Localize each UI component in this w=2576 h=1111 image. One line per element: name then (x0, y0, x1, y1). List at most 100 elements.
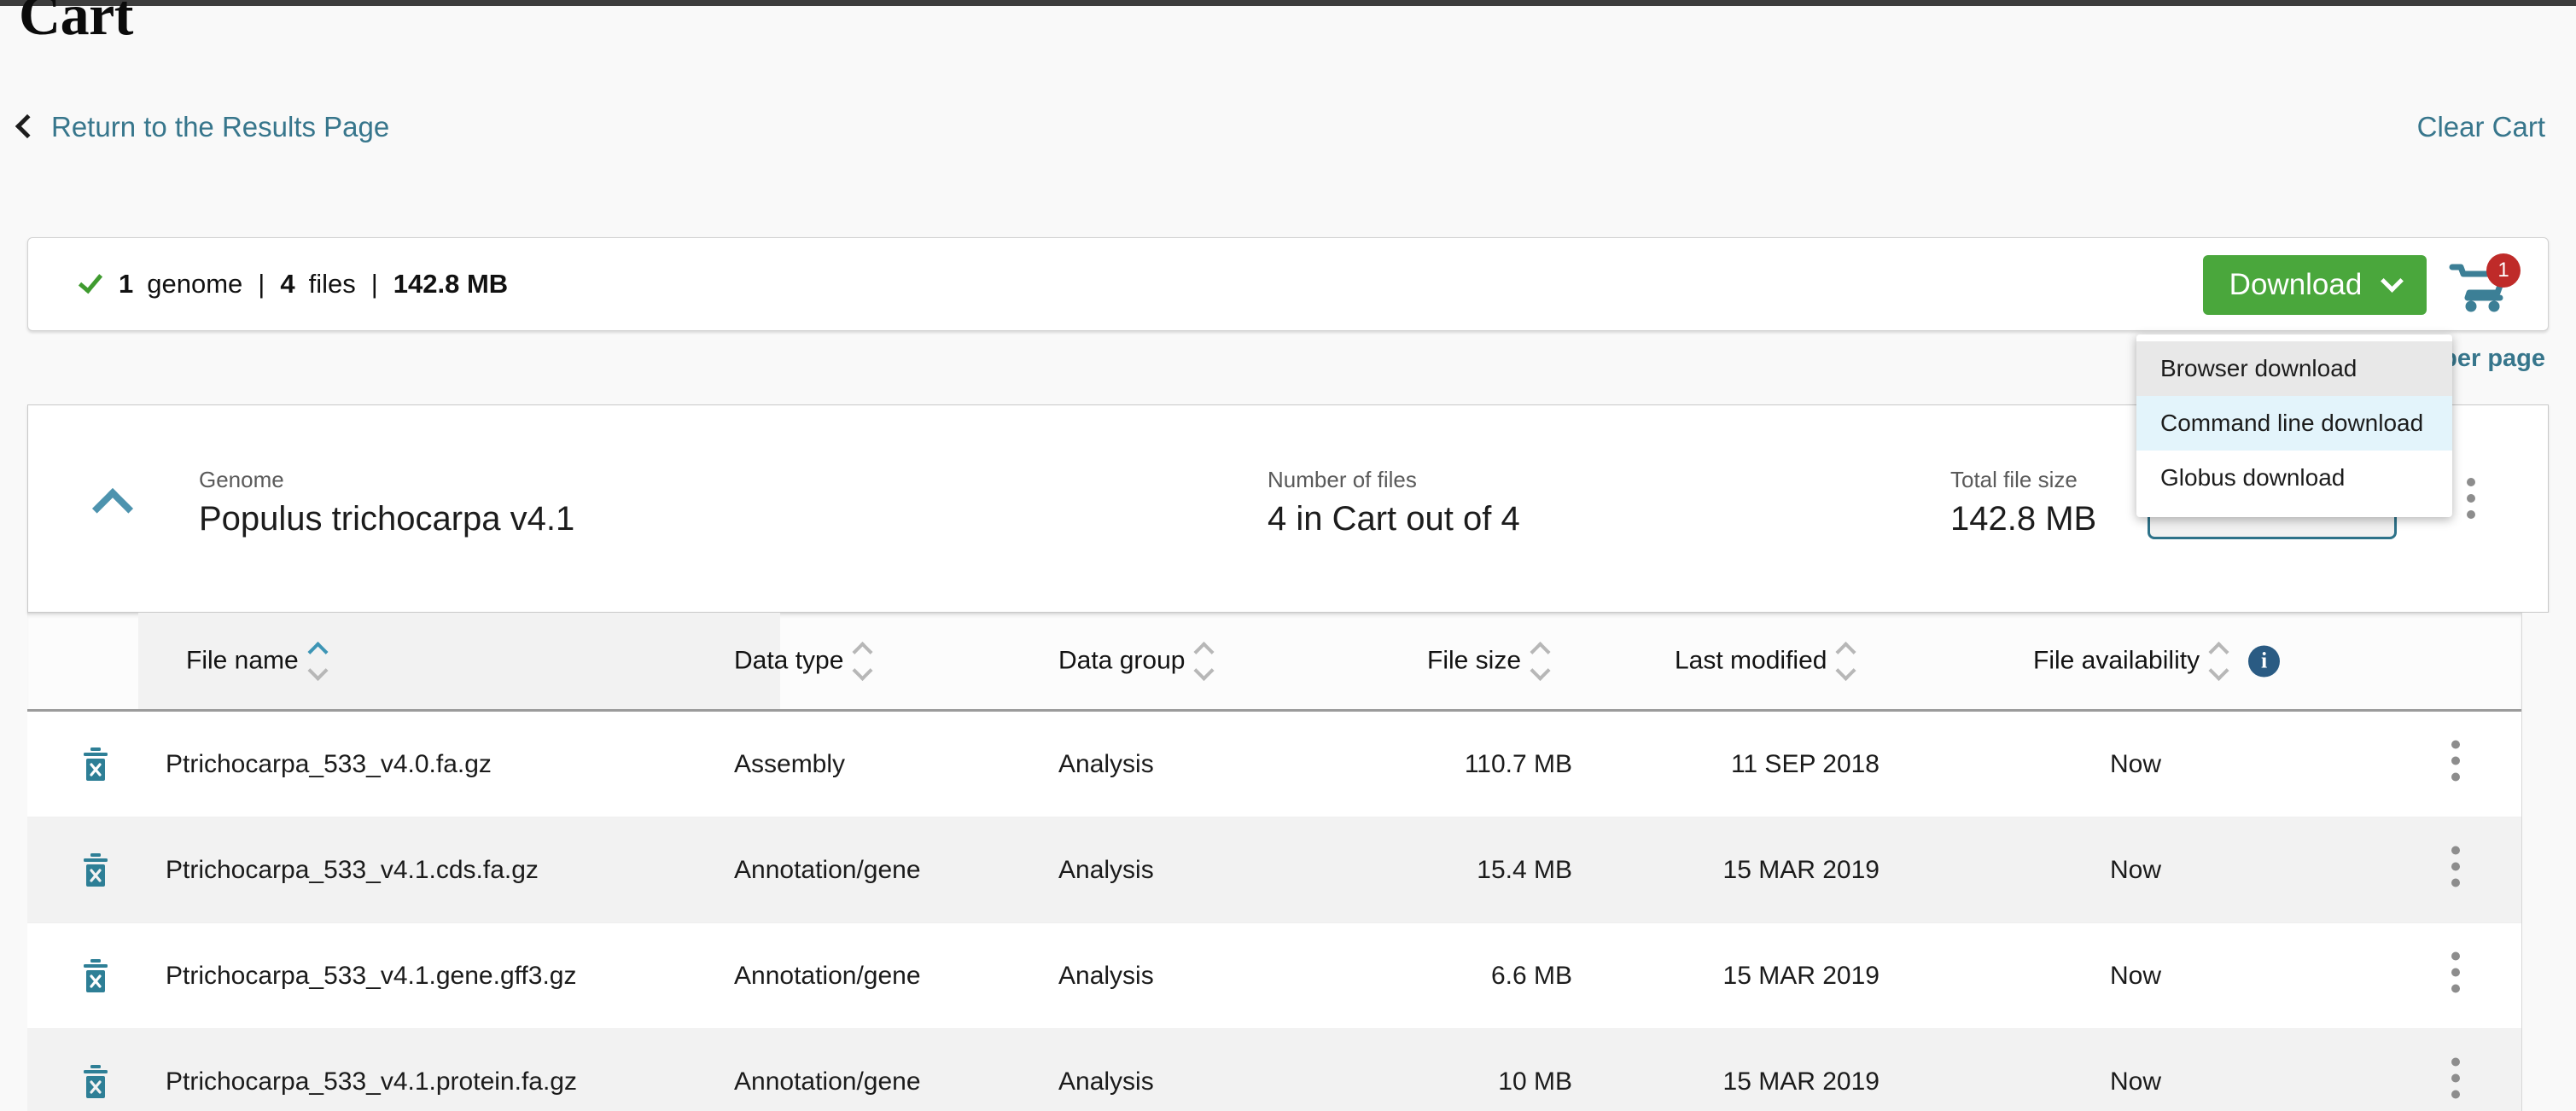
cell-file-name: Ptrichocarpa_533_v4.1.gene.gff3.gz (166, 961, 577, 990)
chevron-down-icon (2381, 269, 2404, 293)
menu-item-browser-download[interactable]: Browser download (2136, 341, 2452, 396)
download-button[interactable]: Download (2203, 255, 2427, 315)
cell-file-size: 10 MB (1498, 1067, 1572, 1096)
chevron-left-icon (15, 113, 40, 139)
cell-data-group: Analysis (1058, 1067, 1154, 1096)
sort-toggle-data-type[interactable] (852, 641, 873, 681)
nav-row: Return to the Results Page Clear Cart (0, 111, 2576, 162)
sort-ascending-icon (2208, 641, 2229, 662)
kebab-dot (2451, 984, 2460, 992)
kebab-dot (2451, 756, 2460, 765)
cart-summary-card: 1 genome | 4 files | 142.8 MB Download 1 (27, 237, 2549, 331)
check-icon (78, 268, 103, 294)
sort-descending-icon (1835, 660, 1856, 681)
column-header-label: Data group (1058, 646, 1186, 675)
cell-last-modified: 15 MAR 2019 (1722, 1067, 1880, 1096)
column-header-file-availability[interactable]: File availability i (2033, 641, 2281, 681)
total-file-size-value: 142.8 MB (1950, 500, 2097, 538)
menu-item-command-line-download[interactable]: Command line download (2136, 396, 2452, 451)
files-table: File name Data type Data group File size… (27, 613, 2521, 1111)
cell-file-availability: Now (2110, 749, 2162, 778)
column-header-label: File name (186, 646, 299, 675)
column-header-label: File availability (2033, 646, 2200, 675)
file-word: files (308, 269, 356, 299)
sort-descending-icon (307, 660, 329, 681)
row-more-menu[interactable] (2451, 740, 2460, 788)
sort-ascending-icon (307, 641, 329, 662)
cart-button[interactable]: 1 (2447, 253, 2524, 317)
kebab-dot (2451, 1073, 2460, 1082)
total-file-size-label: Total file size (1950, 467, 2078, 492)
kebab-dot (2451, 951, 2460, 960)
menu-item-label: Globus download (2160, 464, 2346, 491)
separator-1: | (258, 269, 265, 299)
sort-toggle-data-group[interactable] (1193, 641, 1215, 681)
genome-count: 1 (119, 269, 134, 299)
column-header-label: Data type (734, 646, 844, 675)
number-of-files-label: Number of files (1268, 467, 1417, 492)
cell-file-size: 15.4 MB (1477, 855, 1572, 884)
kebab-dot (2451, 878, 2460, 887)
cell-file-availability: Now (2110, 855, 2162, 884)
sort-toggle-file-availability[interactable] (2208, 641, 2229, 681)
cart-summary-text: 1 genome | 4 files | 142.8 MB (78, 268, 508, 300)
table-right-gutter (2521, 613, 2576, 1111)
sort-ascending-icon (1530, 641, 1551, 662)
genome-field-label: Genome (199, 467, 284, 492)
sort-descending-icon (1530, 660, 1551, 681)
number-of-files-value: 4 in Cart out of 4 (1268, 500, 1520, 538)
remove-file-icon[interactable] (81, 1064, 110, 1099)
return-link-label: Return to the Results Page (51, 111, 390, 143)
menu-item-label: Browser download (2160, 355, 2357, 381)
sort-descending-icon (852, 660, 873, 681)
row-more-menu[interactable] (2451, 1057, 2460, 1106)
sort-toggle-file-size[interactable] (1530, 641, 1551, 681)
cell-file-name: Ptrichocarpa_533_v4.1.cds.fa.gz (166, 855, 539, 884)
remove-file-icon[interactable] (81, 852, 110, 887)
collapse-chevron-up-icon[interactable] (91, 487, 134, 530)
kebab-dot (2451, 1090, 2460, 1098)
info-icon[interactable]: i (2248, 645, 2281, 677)
cell-file-size: 110.7 MB (1464, 749, 1572, 778)
remove-file-icon[interactable] (81, 958, 110, 993)
cell-file-availability: Now (2110, 1067, 2162, 1096)
row-more-menu[interactable] (2451, 951, 2460, 1000)
genome-field-value: Populus trichocarpa v4.1 (199, 500, 575, 538)
cell-last-modified: 15 MAR 2019 (1722, 961, 1880, 990)
sort-toggle-last-modified[interactable] (1835, 641, 1856, 681)
row-more-menu[interactable] (2451, 846, 2460, 894)
kebab-dot (2451, 862, 2460, 870)
kebab-dot (2467, 478, 2475, 486)
table-row: Ptrichocarpa_533_v4.1.protein.fa.gz Anno… (27, 1029, 2521, 1111)
column-header-file-size[interactable]: File size (1427, 641, 1551, 681)
sort-ascending-icon (1193, 641, 1215, 662)
return-to-results-link[interactable]: Return to the Results Page (15, 111, 390, 143)
genome-field: Genome Populus trichocarpa v4.1 (199, 467, 574, 538)
genome-row-more-menu[interactable] (2467, 478, 2475, 526)
kebab-dot (2467, 510, 2475, 519)
cart-badge: 1 (2486, 253, 2521, 288)
number-of-files-field: Number of files 4 in Cart out of 4 (1268, 467, 1520, 538)
sort-toggle-file-name[interactable] (307, 641, 329, 681)
total-file-size-field: Total file size 142.8 MB (1950, 467, 2096, 538)
file-count: 4 (280, 269, 295, 299)
menu-item-globus-download[interactable]: Globus download (2136, 451, 2452, 505)
column-header-data-group[interactable]: Data group (1058, 641, 1215, 681)
top-nav-bar (0, 0, 2576, 6)
column-header-data-type[interactable]: Data type (734, 641, 873, 681)
cell-data-group: Analysis (1058, 961, 1154, 990)
remove-file-icon[interactable] (81, 747, 110, 782)
sort-ascending-icon (1835, 641, 1856, 662)
sort-descending-icon (1193, 660, 1215, 681)
table-row: Ptrichocarpa_533_v4.0.fa.gz Assembly Ana… (27, 712, 2521, 817)
download-button-label: Download (2229, 268, 2363, 301)
column-header-file-name[interactable]: File name (186, 641, 329, 681)
cell-last-modified: 11 SEP 2018 (1730, 749, 1880, 778)
clear-cart-link[interactable]: Clear Cart (2417, 111, 2545, 143)
kebab-dot (2451, 846, 2460, 854)
cell-data-group: Analysis (1058, 855, 1154, 884)
cell-data-type: Annotation/gene (734, 961, 921, 990)
separator-2: | (370, 269, 378, 299)
cell-data-type: Annotation/gene (734, 855, 921, 884)
column-header-last-modified[interactable]: Last modified (1675, 641, 1856, 681)
